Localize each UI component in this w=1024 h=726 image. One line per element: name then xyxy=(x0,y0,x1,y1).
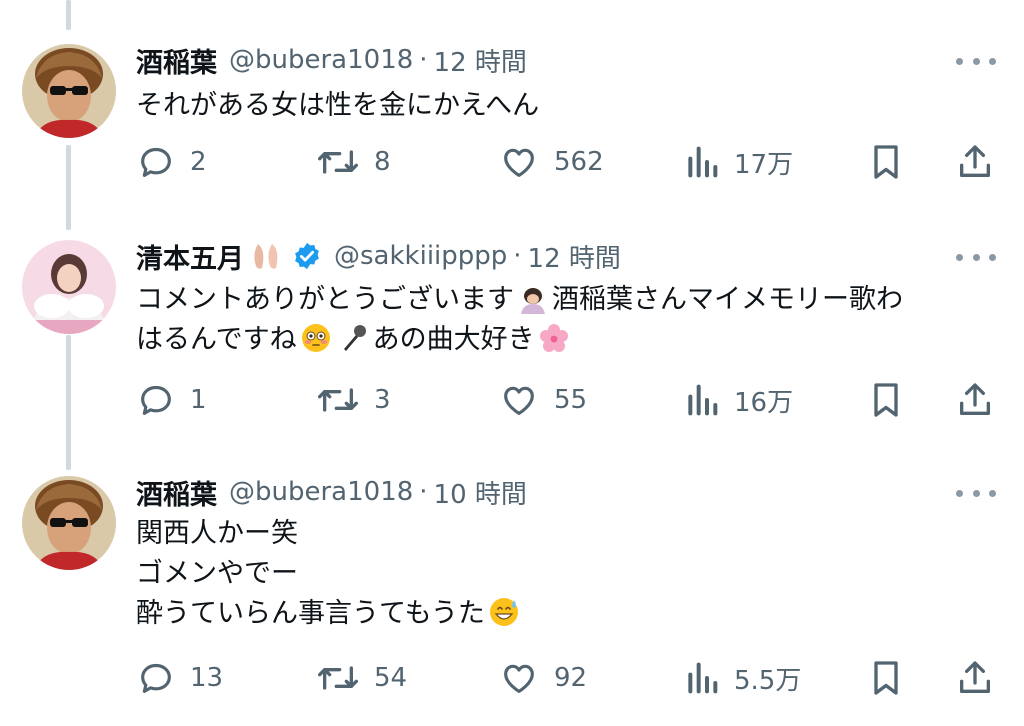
views-count: 17万 xyxy=(734,149,794,180)
like-icon xyxy=(504,664,534,693)
flushed-face-emoji-icon xyxy=(301,324,330,352)
avatar-2[interactable] xyxy=(22,240,116,334)
timestamp[interactable]: 12 時間 xyxy=(434,42,527,79)
bookmark-button[interactable] xyxy=(866,380,906,420)
retweet-count: 8 xyxy=(374,147,391,177)
tweet-line: ゴメンやでー xyxy=(136,558,298,589)
tweet-line: はるんですね あの曲大好き xyxy=(136,320,903,360)
separator: · xyxy=(419,477,428,507)
tweet-text: それがある女は性を金にかえへん xyxy=(136,86,539,126)
avatar-1[interactable] xyxy=(22,44,116,138)
tweet-line: コメントありがとうございます 酒稲葉さんマイメモリー歌わ xyxy=(136,280,903,320)
microphone-emoji-icon xyxy=(343,325,366,351)
share-button[interactable] xyxy=(955,380,995,420)
text-segment: はるんですね xyxy=(136,324,297,355)
text-segment: 酔うていらん事言うてもうた xyxy=(136,598,485,629)
tweet-header: 清本五月 @sakkiiipppp · 12 時間 xyxy=(136,236,621,276)
verified-badge-icon xyxy=(295,242,319,270)
views-count: 5.5万 xyxy=(734,665,802,696)
tweet-text: コメントありがとうございます 酒稲葉さんマイメモリー歌わ はるんですね あの曲大好き xyxy=(136,280,903,360)
tweet-header: 酒稲葉 @bubera1018 · 12 時間 xyxy=(136,40,527,80)
bookmark-icon xyxy=(874,145,898,179)
retweet-count: 54 xyxy=(374,663,408,693)
display-name[interactable]: 酒稲葉 xyxy=(136,473,217,512)
reply-button[interactable]: 13 xyxy=(136,658,223,698)
text-segment: あの曲大好き xyxy=(372,324,535,355)
display-name[interactable]: 清本五月 xyxy=(136,237,244,276)
text-segment: コメントありがとうございます xyxy=(136,284,514,315)
reply-count: 13 xyxy=(190,663,224,693)
retweet-button[interactable]: 3 xyxy=(316,380,391,420)
share-button[interactable] xyxy=(955,142,995,182)
reply-count: 1 xyxy=(190,385,207,415)
tweet-3[interactable]: 酒稲葉 @bubera1018 · 10 時間 関西人かー笑 ゴメンやでー 酔う… xyxy=(0,472,1024,726)
bookmark-button[interactable] xyxy=(866,658,906,698)
separator: · xyxy=(419,45,428,75)
timestamp[interactable]: 10 時間 xyxy=(434,474,527,511)
retweet-icon xyxy=(317,666,358,690)
retweet-icon xyxy=(317,388,358,412)
reply-count: 2 xyxy=(190,147,207,177)
like-icon xyxy=(504,148,534,177)
user-handle[interactable]: @sakkiiipppp xyxy=(334,241,507,271)
timestamp[interactable]: 12 時間 xyxy=(528,238,621,275)
views-icon xyxy=(688,662,718,694)
views-button[interactable]: 17万 xyxy=(684,142,793,182)
retweet-button[interactable]: 54 xyxy=(316,658,407,698)
like-count: 92 xyxy=(554,663,588,693)
reply-button[interactable]: 2 xyxy=(136,142,207,182)
retweet-button[interactable]: 8 xyxy=(316,142,391,182)
like-count: 562 xyxy=(554,147,604,177)
bookmark-icon xyxy=(874,383,898,417)
share-button[interactable] xyxy=(955,658,995,698)
share-icon xyxy=(960,145,990,177)
tweet-text: 関西人かー笑 ゴメンやでー 酔うていらん事言うてもうた xyxy=(136,514,523,634)
action-bar: 1 3 55 16万 xyxy=(0,380,1024,420)
text-segment: 酒稲葉さんマイメモリー歌わ xyxy=(552,284,903,315)
reply-icon xyxy=(141,663,171,693)
tweet-1[interactable]: 酒稲葉 @bubera1018 · 12 時間 それがある女は性を金にかえへん … xyxy=(0,40,1024,200)
retweet-icon xyxy=(317,150,358,174)
ballet-shoes-emoji-icon xyxy=(254,244,278,269)
views-icon xyxy=(688,384,718,416)
person-bowing-emoji-icon xyxy=(521,288,545,314)
views-count: 16万 xyxy=(734,387,794,418)
like-count: 55 xyxy=(554,385,588,415)
display-name[interactable]: 酒稲葉 xyxy=(136,41,217,80)
tweet-header: 酒稲葉 @bubera1018 · 10 時間 xyxy=(136,472,527,512)
separator: · xyxy=(513,241,522,271)
more-options-icon[interactable] xyxy=(956,46,996,76)
tweet-line: 酔うていらん事言うてもうた xyxy=(136,594,523,634)
views-button[interactable]: 5.5万 xyxy=(684,658,801,698)
like-button[interactable]: 92 xyxy=(498,658,587,698)
grinning-sweat-emoji-icon xyxy=(489,598,518,626)
bookmark-button[interactable] xyxy=(866,142,906,182)
user-handle[interactable]: @bubera1018 xyxy=(229,45,413,75)
more-options-icon[interactable] xyxy=(956,478,996,508)
reply-button[interactable]: 1 xyxy=(136,380,207,420)
views-button[interactable]: 16万 xyxy=(684,380,793,420)
cherry-blossom-emoji-icon xyxy=(539,324,568,352)
avatar-3[interactable] xyxy=(22,476,116,570)
like-button[interactable]: 562 xyxy=(498,142,604,182)
tweet-2[interactable]: 清本五月 @sakkiiipppp · 12 時間 コメントありがとうございます… xyxy=(0,236,1024,436)
reply-icon xyxy=(141,385,171,415)
bookmark-icon xyxy=(874,661,898,695)
action-bar: 13 54 92 5.5万 xyxy=(0,658,1024,698)
views-icon xyxy=(688,146,718,178)
thread-line-top xyxy=(66,0,71,30)
more-options-icon[interactable] xyxy=(956,242,996,272)
like-icon xyxy=(504,386,534,415)
reply-icon xyxy=(141,147,171,177)
retweet-count: 3 xyxy=(374,385,391,415)
share-icon xyxy=(960,661,990,693)
tweet-line: 関西人かー笑 xyxy=(136,518,298,549)
share-icon xyxy=(960,383,990,415)
like-button[interactable]: 55 xyxy=(498,380,587,420)
user-handle[interactable]: @bubera1018 xyxy=(229,477,413,507)
tweet-line: それがある女は性を金にかえへん xyxy=(136,90,540,121)
action-bar: 2 8 562 17万 xyxy=(0,142,1024,182)
